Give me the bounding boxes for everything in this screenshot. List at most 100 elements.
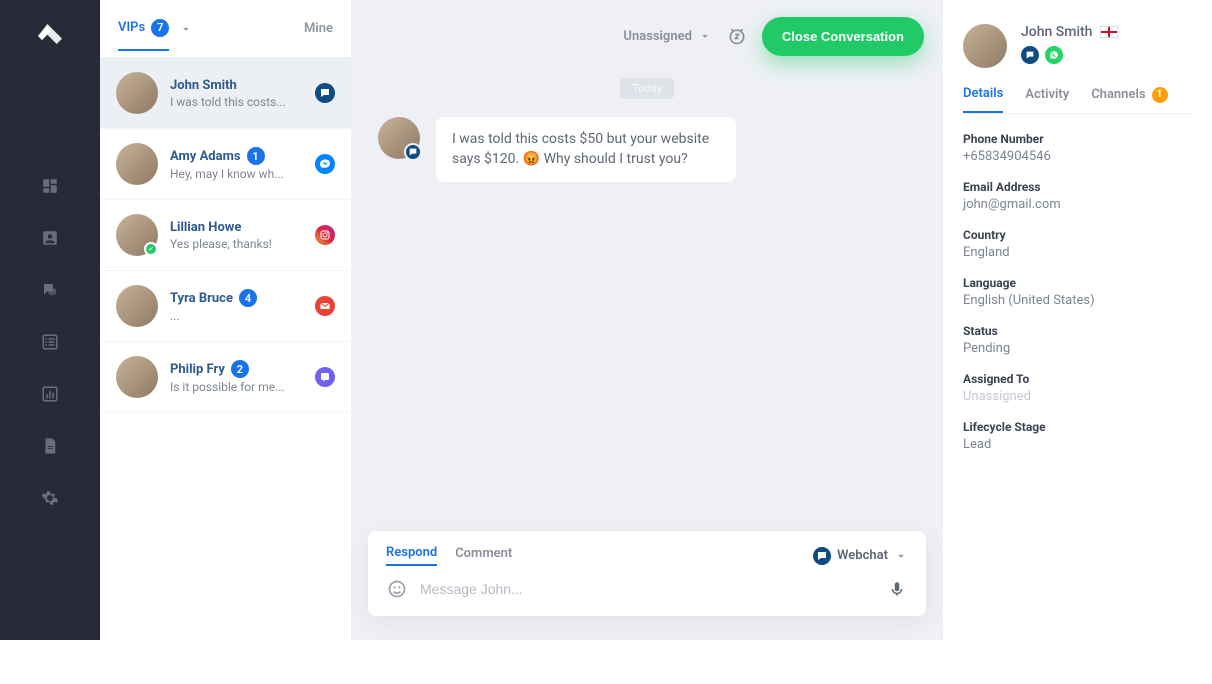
field-value: +65834904546 xyxy=(963,149,1192,164)
messenger-icon xyxy=(315,154,335,174)
nav-contacts[interactable] xyxy=(36,224,64,252)
flag-england-icon xyxy=(1100,26,1118,38)
field-lifecycle: Lifecycle Stage Lead xyxy=(963,420,1192,452)
conversation-item[interactable]: Amy Adams1 Hey, may I know wh... xyxy=(100,129,351,200)
assignee-label: Unassigned xyxy=(623,29,692,44)
field-country: Country England xyxy=(963,228,1192,260)
nav-files[interactable] xyxy=(36,432,64,460)
logo xyxy=(34,20,66,52)
nav-dashboard[interactable] xyxy=(36,172,64,200)
conv-name: Philip Fry xyxy=(170,362,225,377)
field-label: Country xyxy=(963,228,1192,242)
vips-count-badge: 7 xyxy=(151,19,169,37)
conversation-item[interactable]: Lillian Howe Yes please, thanks! xyxy=(100,200,351,271)
tab-comment[interactable]: Comment xyxy=(455,546,512,565)
channels-badge: 1 xyxy=(1152,87,1168,103)
gmail-icon xyxy=(315,296,335,316)
whatsapp-icon xyxy=(1045,46,1063,64)
avatar xyxy=(963,24,1007,68)
field-label: Email Address xyxy=(963,180,1192,194)
composer-tabs: Respond Comment Webchat xyxy=(386,545,908,566)
field-label: Status xyxy=(963,324,1192,338)
avatar xyxy=(116,143,158,185)
nav-lists[interactable] xyxy=(36,328,64,356)
field-value: England xyxy=(963,245,1192,260)
conv-snippet: ... xyxy=(170,309,315,323)
emoji-button[interactable] xyxy=(386,578,408,600)
conversation-list: John Smith I was told this costs... Amy … xyxy=(100,58,351,640)
field-status: Status Pending xyxy=(963,324,1192,356)
nav-reports[interactable] xyxy=(36,380,64,408)
chevron-down-icon xyxy=(698,29,712,43)
field-label: Lifecycle Stage xyxy=(963,420,1192,434)
field-value: Unassigned xyxy=(963,389,1192,404)
field-phone: Phone Number +65834904546 xyxy=(963,132,1192,164)
snooze-button[interactable] xyxy=(726,25,748,47)
avatar xyxy=(116,285,158,327)
unread-badge: 4 xyxy=(239,289,257,307)
avatar xyxy=(116,356,158,398)
avatar xyxy=(116,72,158,114)
assignee-dropdown[interactable]: Unassigned xyxy=(623,29,712,44)
microphone-button[interactable] xyxy=(886,578,908,600)
chat-panel: Unassigned Close Conversation Today I wa… xyxy=(352,0,942,640)
details-tabs: Details Activity Channels 1 xyxy=(963,86,1192,114)
instagram-icon xyxy=(315,225,335,245)
channel-label: Webchat xyxy=(837,548,888,563)
conv-name: John Smith xyxy=(170,78,237,93)
message-row: I was told this costs $50 but your websi… xyxy=(352,117,942,182)
message-avatar xyxy=(378,117,420,159)
field-value: Pending xyxy=(963,341,1192,356)
field-value: Lead xyxy=(963,437,1192,452)
field-label: Language xyxy=(963,276,1192,290)
conversation-item[interactable]: Philip Fry 2 Is it possible for me... xyxy=(100,342,351,413)
unread-badge: 2 xyxy=(231,360,249,378)
close-conversation-button[interactable]: Close Conversation xyxy=(762,17,924,56)
chevron-down-icon[interactable] xyxy=(179,22,193,36)
webchat-icon xyxy=(1021,46,1039,64)
webchat-icon xyxy=(404,143,422,161)
app-root: VIPs 7 Mine John Smith I was told this c… xyxy=(0,0,1212,640)
conv-tabs: VIPs 7 Mine xyxy=(100,0,351,58)
contact-header: John Smith xyxy=(963,24,1192,68)
chat-header: Unassigned Close Conversation xyxy=(352,0,942,72)
field-label: Assigned To xyxy=(963,372,1192,386)
conversation-item[interactable]: Tyra Bruce4 ... xyxy=(100,271,351,342)
tab-respond[interactable]: Respond xyxy=(386,545,437,566)
tab-mine-label: Mine xyxy=(304,21,333,36)
tab-details[interactable]: Details xyxy=(963,86,1003,113)
field-label: Phone Number xyxy=(963,132,1192,146)
tab-vips[interactable]: VIPs 7 xyxy=(118,19,169,51)
nav-messages[interactable] xyxy=(36,276,64,304)
webchat-icon xyxy=(813,547,831,565)
day-separator: Today xyxy=(620,78,674,99)
channel-selector[interactable]: Webchat xyxy=(813,547,908,565)
details-panel: John Smith Details Activity Channels 1 P… xyxy=(942,0,1212,640)
tab-mine[interactable]: Mine xyxy=(304,21,333,48)
tab-channels[interactable]: Channels 1 xyxy=(1091,86,1167,113)
tab-activity[interactable]: Activity xyxy=(1025,86,1069,113)
chevron-down-icon xyxy=(894,549,908,563)
field-assigned: Assigned To Unassigned xyxy=(963,372,1192,404)
webchat-icon xyxy=(315,83,335,103)
field-email: Email Address john@gmail.com xyxy=(963,180,1192,212)
tab-vips-label: VIPs xyxy=(118,20,145,35)
field-value: john@gmail.com xyxy=(963,197,1192,212)
contact-name: John Smith xyxy=(1021,24,1092,40)
conv-snippet: I was told this costs... xyxy=(170,95,315,109)
composer: Respond Comment Webchat xyxy=(368,531,926,616)
conv-name: Lillian Howe xyxy=(170,220,241,235)
conv-snippet: Hey, may I know wh... xyxy=(170,167,315,181)
field-language: Language English (United States) xyxy=(963,276,1192,308)
online-status-icon xyxy=(144,242,158,256)
nav-settings[interactable] xyxy=(36,484,64,512)
conv-snippet: Is it possible for me... xyxy=(170,380,315,394)
field-value: English (United States) xyxy=(963,293,1192,308)
message-input[interactable] xyxy=(420,581,874,597)
conv-snippet: Yes please, thanks! xyxy=(170,237,315,251)
nav-rail xyxy=(0,0,100,640)
message-bubble: I was told this costs $50 but your websi… xyxy=(436,117,736,182)
conversation-item[interactable]: John Smith I was told this costs... xyxy=(100,58,351,129)
avatar xyxy=(116,214,158,256)
viber-icon xyxy=(315,367,335,387)
